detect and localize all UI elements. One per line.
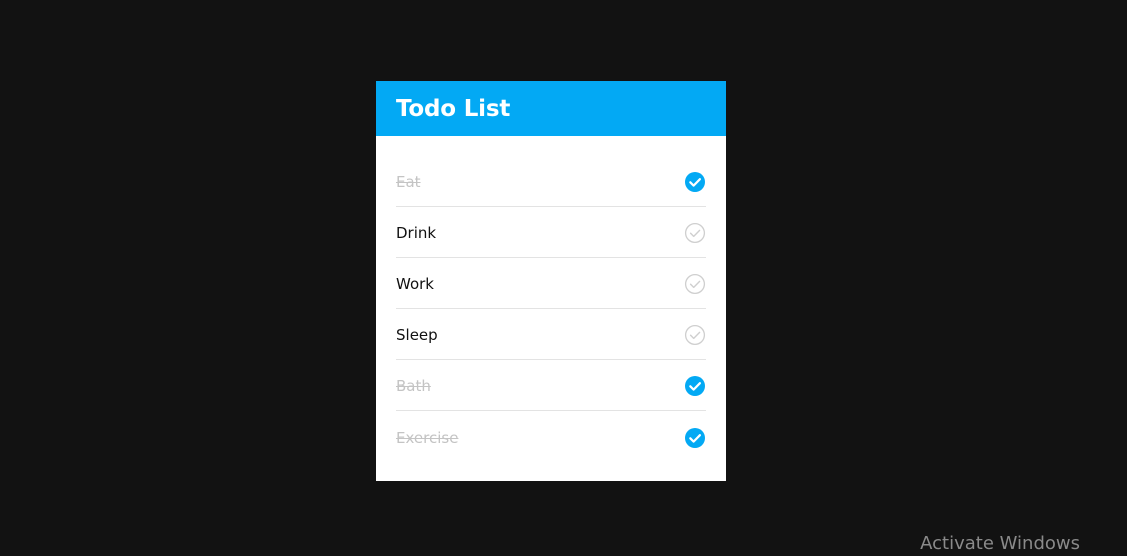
check-circle-filled-icon[interactable] xyxy=(684,375,706,397)
todo-item-label: Eat xyxy=(396,173,421,191)
todo-title: Todo List xyxy=(396,95,511,122)
todo-item-sleep[interactable]: Sleep xyxy=(396,309,706,360)
todo-item-label: Exercise xyxy=(396,428,459,447)
todo-item-work[interactable]: Work xyxy=(396,258,706,309)
todo-item-label: Drink xyxy=(396,224,437,242)
check-circle-outline-icon[interactable] xyxy=(684,222,706,244)
todo-item-label: Bath xyxy=(396,377,431,395)
todo-header: Todo List xyxy=(376,81,726,136)
todo-item-label: Sleep xyxy=(396,326,438,344)
check-circle-filled-icon[interactable] xyxy=(684,427,706,449)
todo-list: Eat Drink Work Sleep Bath Exercise xyxy=(376,136,726,462)
check-circle-outline-icon[interactable] xyxy=(684,273,706,295)
check-circle-filled-icon[interactable] xyxy=(684,171,706,193)
todo-item-eat[interactable]: Eat xyxy=(396,156,706,207)
check-circle-outline-icon[interactable] xyxy=(684,324,706,346)
todo-item-label: Work xyxy=(396,275,434,293)
todo-item-bath[interactable]: Bath xyxy=(396,360,706,411)
activate-windows-watermark: Activate Windows xyxy=(920,533,1080,554)
page: Todo List Eat Drink Work Sleep Bath Exer… xyxy=(0,0,1127,556)
todo-card: Todo List Eat Drink Work Sleep Bath Exer… xyxy=(376,81,726,481)
todo-item-exercise[interactable]: Exercise xyxy=(396,411,706,462)
todo-item-drink[interactable]: Drink xyxy=(396,207,706,258)
